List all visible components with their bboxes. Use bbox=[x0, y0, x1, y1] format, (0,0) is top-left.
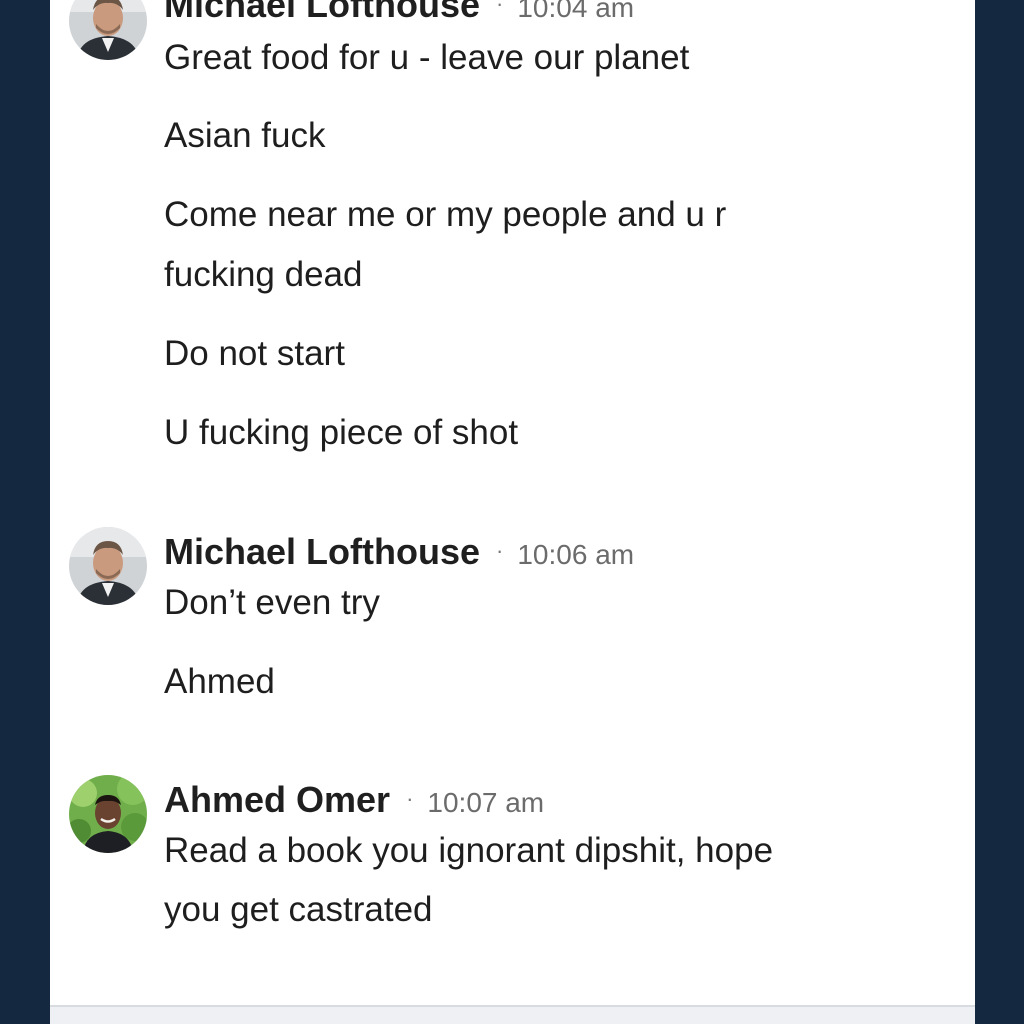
message-text: U fucking piece of shot bbox=[164, 413, 519, 452]
message-text: Come near me or my people and u r bbox=[164, 195, 727, 234]
avatar[interactable] bbox=[69, 527, 147, 605]
avatar-photo-icon bbox=[69, 527, 147, 605]
separator-dot: · bbox=[406, 786, 414, 811]
sender-name[interactable]: Michael Lofthouse bbox=[164, 531, 480, 572]
message-text: Do not start bbox=[164, 334, 345, 373]
message-text: you get castrated bbox=[164, 890, 433, 929]
avatar[interactable] bbox=[69, 0, 147, 60]
separator-dot: · bbox=[496, 538, 504, 563]
avatar-photo-icon bbox=[69, 0, 147, 60]
avatar[interactable] bbox=[69, 775, 147, 853]
message-text: Asian fuck bbox=[164, 116, 326, 155]
message-text: Ahmed bbox=[164, 662, 275, 701]
message-text: Don’t even try bbox=[164, 583, 380, 622]
message-text: fucking dead bbox=[164, 255, 363, 294]
message-header: Michael Lofthouse · 10:04 am bbox=[164, 0, 634, 26]
screenshot-frame: Michael Lofthouse · 10:04 am Great food fo… bbox=[0, 0, 1024, 1024]
message-header: Michael Lofthouse · 10:06 am bbox=[164, 531, 634, 573]
timestamp: 10:06 am bbox=[517, 539, 635, 570]
message-header: Ahmed Omer · 10:07 am bbox=[164, 779, 544, 821]
avatar-photo-icon bbox=[69, 775, 147, 853]
message-text: Great food for u - leave our planet bbox=[164, 38, 690, 77]
message-thread: Michael Lofthouse · 10:04 am Great food fo… bbox=[50, 0, 975, 1024]
separator-dot: · bbox=[496, 0, 504, 16]
compose-bar[interactable] bbox=[50, 1005, 975, 1024]
timestamp: 10:04 am bbox=[517, 0, 635, 23]
message-text: Read a book you ignorant dipshit, hope bbox=[164, 831, 774, 870]
sender-name[interactable]: Michael Lofthouse bbox=[164, 0, 480, 25]
timestamp: 10:07 am bbox=[427, 787, 545, 818]
sender-name[interactable]: Ahmed Omer bbox=[164, 779, 390, 820]
